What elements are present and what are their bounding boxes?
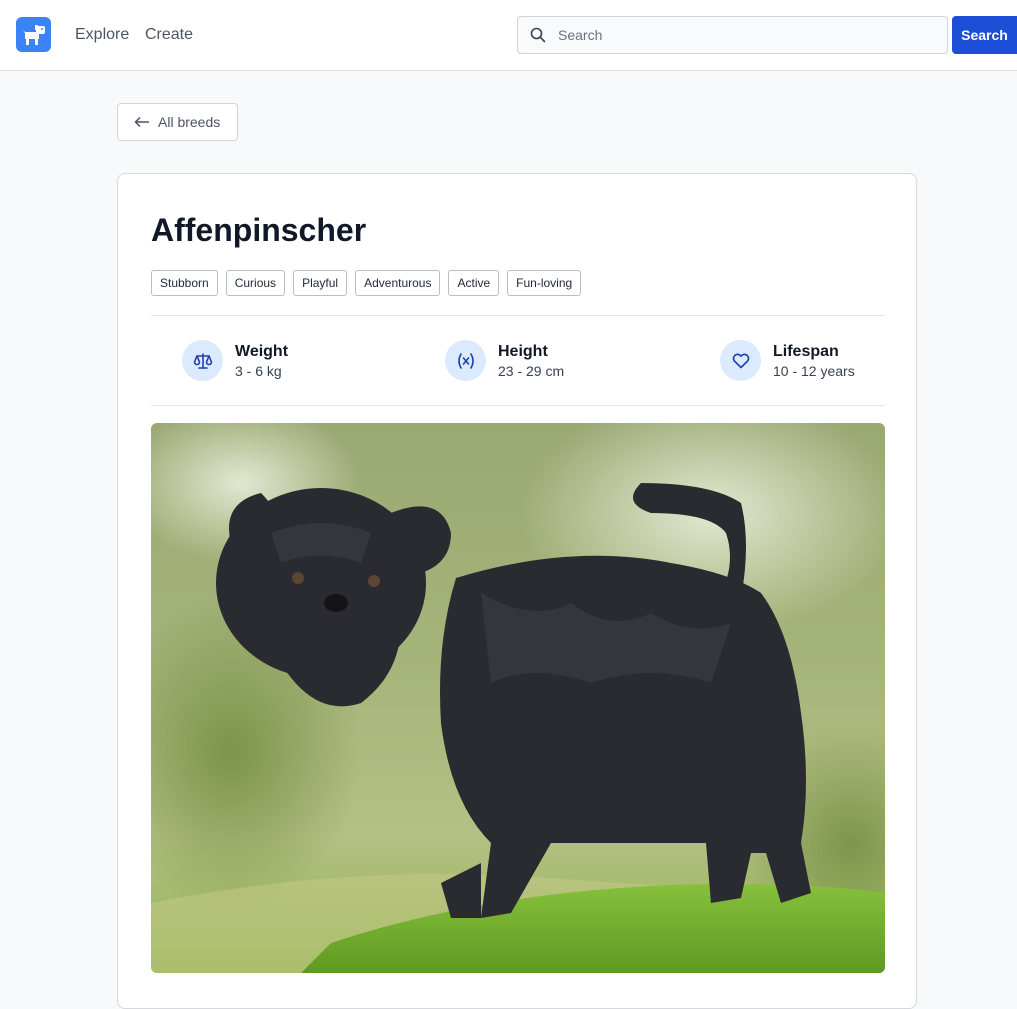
back-button-label: All breeds — [158, 114, 221, 130]
variable-icon — [445, 340, 486, 381]
divider — [151, 405, 885, 406]
nav-link-explore[interactable]: Explore — [75, 26, 129, 44]
temperament-tag: Fun-loving — [507, 270, 582, 296]
stat-lifespan-label: Lifespan — [773, 342, 839, 360]
stat-height: Height 23 - 29 cm — [445, 340, 564, 381]
scale-icon — [182, 340, 223, 381]
temperament-tag: Stubborn — [151, 270, 218, 296]
temperament-tag: Adventurous — [355, 270, 441, 296]
stat-height-value: 23 - 29 cm — [498, 362, 565, 379]
temperament-tag: Active — [448, 270, 500, 296]
stat-weight-label: Weight — [235, 342, 289, 360]
search-box[interactable] — [517, 16, 948, 54]
dog-icon — [22, 24, 45, 45]
arrow-left-icon — [134, 116, 149, 128]
search-input[interactable] — [558, 17, 938, 53]
logo[interactable] — [16, 17, 51, 52]
stat-height-label: Height — [498, 342, 548, 360]
heart-icon — [720, 340, 761, 381]
temperament-tag: Playful — [293, 270, 348, 296]
breed-title: Affenpinscher — [151, 212, 367, 248]
top-navbar: Explore Create Search — [0, 0, 1017, 71]
stat-weight: Weight 3 - 6 kg — [182, 340, 288, 381]
divider — [151, 315, 885, 316]
stat-weight-value: 3 - 6 kg — [235, 362, 282, 379]
temperament-tag: Curious — [225, 270, 286, 296]
stat-lifespan: Lifespan 10 - 12 years — [720, 340, 855, 381]
search-button[interactable]: Search — [952, 16, 1017, 54]
stat-lifespan-value: 10 - 12 years — [773, 362, 855, 379]
search-icon — [530, 27, 546, 43]
back-to-all-breeds-button[interactable]: All breeds — [117, 103, 238, 141]
breed-card: Affenpinscher Stubborn Curious Playful A… — [117, 173, 917, 1009]
breed-photo — [151, 423, 885, 973]
nav-link-create[interactable]: Create — [145, 26, 193, 44]
temperament-tags: Stubborn Curious Playful Adventurous Act… — [151, 270, 582, 296]
